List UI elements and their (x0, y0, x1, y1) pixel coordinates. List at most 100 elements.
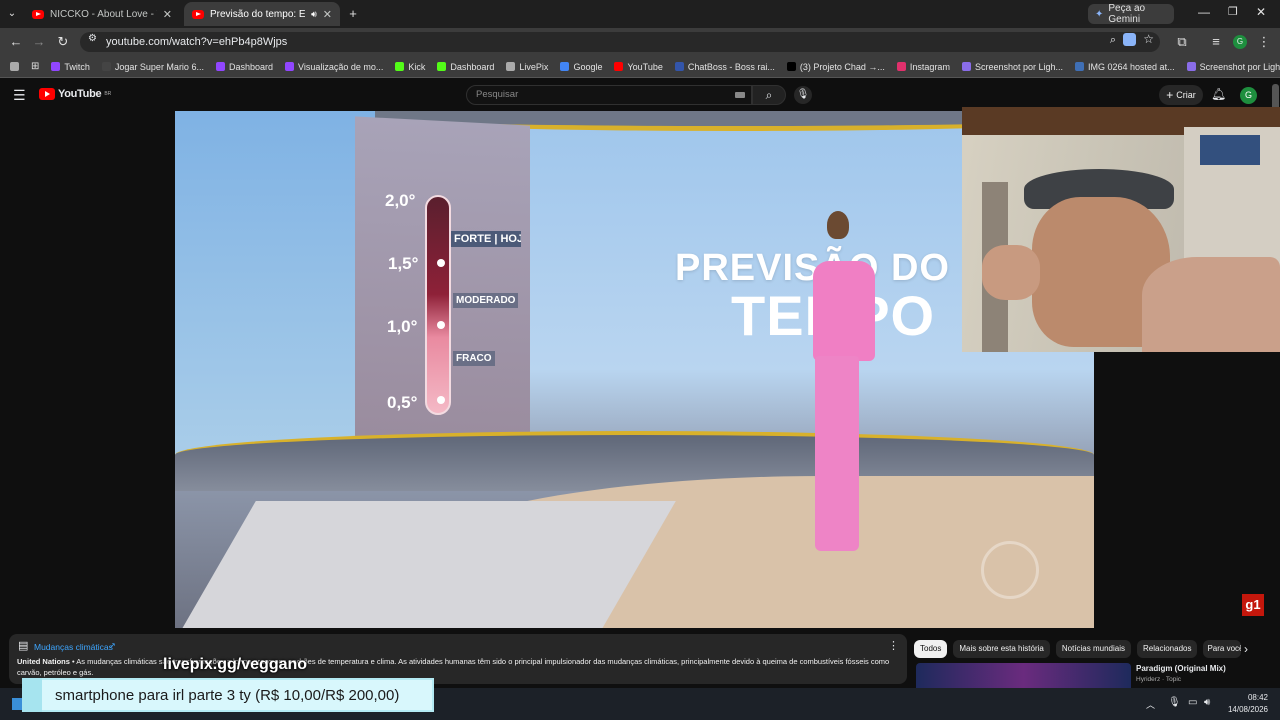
reload-icon[interactable]: ↻ (55, 33, 71, 51)
bookmark-item[interactable]: Screenshot por Ligh... (956, 62, 1069, 72)
minimize-icon[interactable]: — (1198, 5, 1210, 19)
search-input[interactable]: Pesquisar (466, 85, 752, 105)
bookmark-label: Jogar Super Mario 6... (114, 61, 204, 72)
bookmark-star-icon[interactable]: ☆ (1143, 32, 1154, 46)
bookmark-square-icon[interactable] (4, 62, 25, 71)
bookmark-item[interactable]: (3) Projeto Chad →... (781, 62, 891, 72)
keyboard-icon[interactable] (735, 92, 745, 98)
avatar[interactable]: G (1240, 87, 1257, 104)
reading-list-icon[interactable]: ≡ (1208, 33, 1224, 51)
forward-icon[interactable]: → (31, 33, 47, 51)
search-icon: ⌕ (765, 88, 773, 102)
tray-volume-icon[interactable]: 🔊︎ (1204, 697, 1210, 708)
gauge-dot (437, 396, 445, 404)
tray-mic-icon[interactable]: 🎙︎ (1168, 697, 1181, 708)
menu-kebab-icon[interactable]: ⋮ (1256, 33, 1272, 51)
close-icon[interactable]: ✕ (163, 8, 172, 21)
external-link-icon[interactable]: ↗ (109, 641, 116, 650)
streamer-fist (982, 245, 1040, 300)
bookmark-list: Twitch Jogar Super Mario 6... Dashboard Vis… (45, 62, 1280, 72)
extensions-icon[interactable]: ⧉ (1174, 33, 1190, 51)
search-placeholder: Pesquisar (476, 89, 519, 100)
recommendation-channel: Hyriderz · Topic (1136, 676, 1182, 683)
presenter-top (813, 261, 875, 361)
window-close-icon[interactable]: ✕ (1256, 5, 1266, 19)
bookmark-favicon-icon (215, 62, 225, 71)
tray-chevron-icon[interactable]: ︿ (1146, 698, 1155, 711)
chip-mais-sobre[interactable]: Mais sobre esta história (953, 640, 1050, 658)
logo-text: YouTube (58, 88, 102, 100)
gemini-button[interactable]: ✦ Peça ao Gemini (1088, 3, 1174, 25)
info-panel-title[interactable]: Mudanças climáticas (34, 642, 113, 652)
chip-noticias-mundiais[interactable]: Notícias mundiais (1055, 640, 1131, 658)
info-document-icon: ▤ (18, 640, 29, 652)
video-player[interactable]: 2,0° 1,5° 1,0° 0,5° FORTE | HOJE MODERAD… (175, 111, 1094, 628)
bookmark-item[interactable]: IMG 0264 hosted at... (1069, 62, 1181, 72)
bookmark-label: YouTube (627, 61, 663, 72)
hamburger-menu-icon[interactable]: ☰ (13, 87, 26, 103)
bookmark-item[interactable]: Jogar Super Mario 6... (96, 62, 210, 72)
youtube-logo[interactable]: YouTube BR (39, 88, 111, 100)
bookmark-item[interactable]: Instagram (891, 62, 956, 72)
donation-goal-text: smartphone para irl parte 3 ty (R$ 10,00… (55, 687, 400, 704)
bookmark-item[interactable]: Google (554, 62, 608, 72)
clock-time[interactable]: 08:42 (1230, 693, 1268, 702)
create-button[interactable]: + Criar (1159, 85, 1203, 105)
bookmark-item[interactable]: Screenshot por Ligh... (1181, 62, 1280, 72)
info-kebab-icon[interactable]: ⋮ (888, 639, 899, 652)
recommendation-thumbnail[interactable] (916, 663, 1131, 688)
bookmark-label: Twitch (64, 61, 90, 72)
globo-watermark-icon (981, 541, 1039, 599)
search-button[interactable]: ⌕ (752, 85, 786, 105)
bookmark-item[interactable]: YouTube (608, 62, 668, 72)
microphone-icon[interactable]: 🎙︎ (794, 86, 812, 104)
tab-search-chevron-icon[interactable]: ⌄ (4, 5, 20, 23)
notifications-bell-icon[interactable]: 🔔︎ (1211, 87, 1226, 101)
back-icon[interactable]: ← (8, 33, 24, 51)
bookmark-label: Screenshot por Ligh... (974, 61, 1064, 72)
info-text: • As mudanças climáticas são transformaç… (17, 657, 890, 677)
bookmark-label: IMG 0264 hosted at... (1088, 61, 1175, 72)
tray-network-icon[interactable]: ▭ (1188, 697, 1197, 708)
livepix-url-overlay: livepix.gg/veggano (163, 656, 308, 673)
bookmark-item[interactable]: Kick (389, 62, 431, 72)
bookmark-item[interactable]: Twitch (45, 62, 96, 72)
bookmark-favicon-icon (395, 62, 405, 71)
apps-grid-icon[interactable]: ⊞ (25, 61, 45, 72)
tab-title: NICCKO - About Love - YouTube (50, 8, 157, 20)
bookmark-item[interactable]: ChatBoss - Boss rai... (669, 62, 781, 72)
youtube-favicon-icon (192, 9, 204, 19)
zoom-icon[interactable]: ⌕ (1110, 34, 1116, 47)
bookmark-favicon-icon (1075, 62, 1085, 71)
restore-icon[interactable]: ❐ (1228, 5, 1238, 18)
streamer-shoulder (1142, 257, 1280, 352)
url-text: youtube.com/watch?v=ehPb4p8Wjps (106, 36, 288, 48)
new-tab-icon[interactable]: + (345, 5, 361, 23)
donation-progress-fill (22, 678, 42, 712)
scale-label: 1,0° (387, 317, 418, 336)
chevron-right-icon[interactable]: › (1244, 642, 1248, 656)
chip-todos[interactable]: Todos (914, 640, 948, 658)
bookmark-item[interactable]: Dashboard (210, 62, 279, 72)
studio-floor-white (175, 501, 676, 628)
chip-para-voce[interactable]: Para você (1203, 640, 1242, 658)
site-info-icon[interactable]: ⚙ (88, 33, 97, 44)
logo-country: BR (104, 91, 112, 97)
clock-date[interactable]: 14/08/2026 (1222, 705, 1268, 714)
cast-icon[interactable] (1123, 33, 1136, 46)
close-icon[interactable]: ✕ (323, 8, 332, 21)
presenter-trousers (815, 356, 859, 551)
bookmark-item[interactable]: LivePix (500, 62, 554, 72)
tab-niccko[interactable]: NICCKO - About Love - YouTube ✕ (24, 2, 180, 26)
recommendation-title[interactable]: Paradigm (Original Mix) (1136, 664, 1226, 673)
bookmark-item[interactable]: Dashboard (431, 62, 500, 72)
tab-previsao[interactable]: Previsão do tempo: El Niño 🔊︎ ✕ (184, 2, 340, 26)
chip-relacionados[interactable]: Relacionados (1136, 640, 1198, 658)
address-bar[interactable]: ⚙ youtube.com/watch?v=ehPb4p8Wjps ⌕ ☆ (80, 32, 1160, 52)
scale-label: 2,0° (385, 191, 416, 210)
profile-avatar[interactable]: G (1233, 35, 1247, 49)
bookmark-item[interactable]: Visualização de mo... (279, 62, 389, 72)
bookmark-favicon-icon (961, 62, 971, 71)
speaker-icon[interactable]: 🔊︎ (311, 9, 317, 20)
bookmark-label: ChatBoss - Boss rai... (687, 61, 775, 72)
